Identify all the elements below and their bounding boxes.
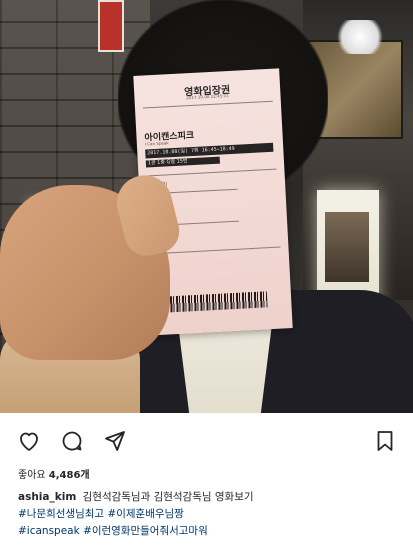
hashtag-link[interactable]: #icanspeak <box>18 525 80 537</box>
post-photo[interactable]: 영화입장권 2017-10-08 22:45:01 아이캔스피크 I Can S… <box>0 0 413 413</box>
post-caption: ashia_kim 김현석감독님과 김현석감독님 영화보기 #나문희선생님최고 … <box>18 489 403 540</box>
ceiling-lamp <box>335 20 385 54</box>
hashtag-link[interactable]: #나문희선생님최고 <box>18 508 104 520</box>
heart-icon[interactable] <box>17 429 41 453</box>
likes-count: 4,486개 <box>48 470 90 481</box>
username-link[interactable]: ashia_kim <box>18 491 76 503</box>
ticket-seat: 1관 1층 G열 15번 <box>145 156 220 168</box>
ticket-movie-title-en: I Can Speak <box>144 140 169 147</box>
hashtag-link[interactable]: #이제훈배우님짱 <box>107 508 183 520</box>
comment-icon[interactable] <box>60 429 84 453</box>
caption-line-3: #icanspeak #이런영화만들어줘서고마워 <box>18 523 403 540</box>
paper-plane-icon[interactable] <box>103 429 127 453</box>
like-count[interactable]: 좋아요 4,486개 <box>18 466 90 481</box>
post-action-bar <box>0 413 413 465</box>
bookmark-icon[interactable] <box>373 429 397 453</box>
ticket-rule <box>142 100 273 109</box>
caption-text: 김현석감독님과 김현석감독님 영화보기 <box>82 491 254 503</box>
hashtag-link[interactable]: #이런영화만들어줘서고마워 <box>83 525 208 537</box>
ticket-rule <box>146 168 277 177</box>
ticket-barcode <box>166 291 268 313</box>
likes-label: 좋아요 <box>18 470 46 481</box>
caption-line-1: ashia_kim 김현석감독님과 김현석감독님 영화보기 <box>18 489 403 506</box>
caption-line-2: #나문희선생님최고 #이제훈배우님짱 <box>18 506 403 523</box>
